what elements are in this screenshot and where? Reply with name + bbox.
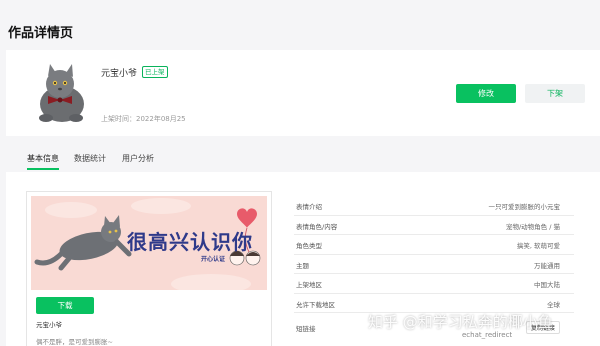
tab-bar: 基本信息 数据统计 用户分析 [6,136,600,172]
watermark-subtext: echat_redirect [462,331,513,339]
work-name: 元宝小爷 [101,69,138,79]
info-label: 短链接 [296,325,316,333]
unlist-button[interactable]: 下架 [525,84,585,103]
info-row-role-type: 角色类型 搞笑, 软萌可爱 [294,235,574,255]
banner-text: 很高兴认识你 [127,230,253,254]
info-value: 搞笑, 软萌可爱 [516,242,560,250]
info-label: 表情介绍 [296,203,322,211]
preview-banner: 很高兴认识你 开心认证 [31,196,267,290]
info-value: 一只可爱到膨胀的小元宝 [488,203,561,211]
info-row-theme: 主题 万能通用 [294,255,574,274]
info-row-intro: 表情介绍 一只可爱到膨胀的小元宝 [294,196,574,216]
cat-avatar-icon [28,60,94,126]
info-label: 角色类型 [296,242,322,250]
status-badge: 已上架 [142,66,168,78]
info-row-role: 表情角色/内容 宠物/动物角色 / 猫 [294,216,574,235]
download-button[interactable]: 下载 [36,297,94,314]
edit-button[interactable]: 修改 [456,84,516,103]
preview-name: 元宝小爷 [36,321,62,329]
listed-time: 上架时间：2022年08月25 [101,115,186,123]
info-value: 全球 [547,300,560,309]
tab-basic-info[interactable]: 基本信息 [27,153,59,164]
info-label: 允许下载地区 [296,300,335,309]
tab-user-analysis[interactable]: 用户分析 [122,153,154,164]
info-label: 表情角色/内容 [296,222,338,231]
banner-stamp: 开心认证 [201,256,226,263]
info-label: 主题 [296,261,309,270]
info-row-region: 上架地区 中国大陆 [294,274,574,294]
info-value: 中国大陆 [534,281,560,289]
work-header-card: 元宝小爷 已上架 上架时间：2022年08月25 修改 下架 [6,50,600,136]
info-value: 万能通用 [534,261,560,270]
tab-statistics[interactable]: 数据统计 [74,153,106,164]
page-title: 作品详情页 [8,26,74,41]
info-label: 上架地区 [296,281,322,289]
watermark-text: 知乎 @和学习私奔的椰小鱼 [368,313,553,331]
preview-panel: 很高兴认识你 开心认证 下载 元宝小爷 偶不是胖，是可爱到膨胀~ [26,191,272,346]
info-value: 宠物/动物角色 / 猫 [505,222,560,231]
active-tab-indicator [27,168,59,170]
preview-description: 偶不是胖，是可爱到膨胀~ [36,338,113,346]
